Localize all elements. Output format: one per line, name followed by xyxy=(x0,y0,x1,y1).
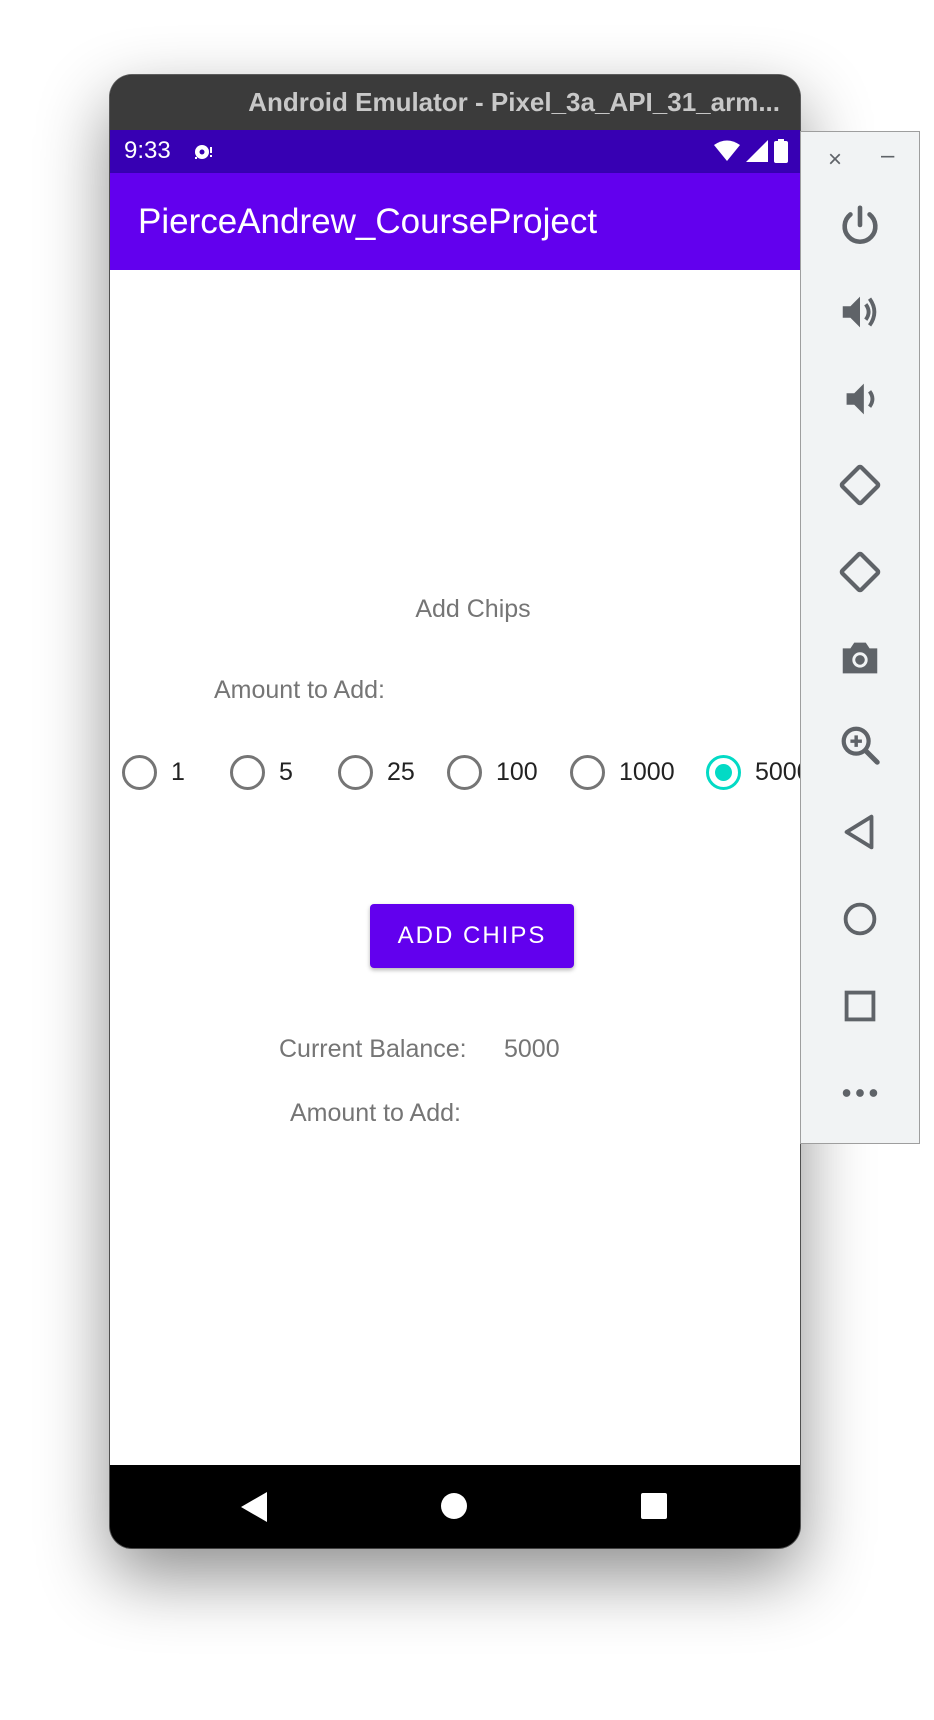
radio-option-25[interactable]: 25 xyxy=(338,750,415,794)
main-content: Add Chips Amount to Add: 1 5 25 100 1000 xyxy=(110,270,800,1465)
camera-icon[interactable] xyxy=(837,635,883,681)
radio-button[interactable] xyxy=(447,754,482,790)
radio-button[interactable] xyxy=(230,754,265,790)
emulator-toolbar: × – xyxy=(800,131,920,1144)
radio-option-1000[interactable]: 1000 xyxy=(570,750,675,794)
overview-icon[interactable] xyxy=(837,983,883,1029)
home-icon[interactable] xyxy=(837,896,883,942)
minimize-icon[interactable]: – xyxy=(881,142,894,170)
volume-down-icon[interactable] xyxy=(837,376,883,422)
radio-label: 100 xyxy=(496,757,538,786)
radio-option-100[interactable]: 100 xyxy=(447,750,538,794)
amount-label: Amount to Add: xyxy=(214,676,385,704)
wifi-icon xyxy=(714,140,740,161)
amount-radio-group: 1 5 25 100 1000 5000 xyxy=(122,750,800,794)
emulator-window: Android Emulator - Pixel_3a_API_31_arm..… xyxy=(110,75,800,1548)
battery-icon xyxy=(774,139,788,163)
radio-option-1[interactable]: 1 xyxy=(122,750,185,794)
back-icon[interactable] xyxy=(837,809,883,855)
radio-button[interactable] xyxy=(570,754,605,790)
heading-text: Add Chips xyxy=(415,595,531,623)
radio-button[interactable] xyxy=(338,754,373,790)
radio-label: 25 xyxy=(387,757,415,786)
app-title: PierceAndrew_CourseProject xyxy=(110,173,800,270)
volume-up-icon[interactable] xyxy=(837,289,883,335)
window-title: Android Emulator - Pixel_3a_API_31_arm..… xyxy=(110,75,800,130)
navigation-bar xyxy=(110,1465,800,1548)
radio-label: 5 xyxy=(279,757,293,786)
radio-label: 1000 xyxy=(619,757,675,786)
radio-button-selected[interactable] xyxy=(706,754,741,790)
radio-option-5000[interactable]: 5000 xyxy=(706,750,800,794)
sync-icon xyxy=(195,145,212,159)
back-icon[interactable] xyxy=(241,1492,269,1522)
status-bar: 9:33 xyxy=(110,130,800,173)
rotate-left-icon[interactable] xyxy=(837,462,883,508)
more-icon[interactable] xyxy=(837,1070,883,1116)
amount-to-add-label: Amount to Add: xyxy=(290,1099,461,1127)
recents-icon[interactable] xyxy=(640,1492,668,1520)
signal-icon xyxy=(746,140,768,162)
radio-button[interactable] xyxy=(122,754,157,790)
home-icon[interactable] xyxy=(440,1492,468,1520)
add-chips-button[interactable]: ADD CHIPS xyxy=(370,904,574,968)
status-time: 9:33 xyxy=(124,137,171,164)
radio-label: 5000 xyxy=(755,757,800,786)
status-icons xyxy=(714,139,788,163)
zoom-icon[interactable] xyxy=(837,722,883,768)
rotate-right-icon[interactable] xyxy=(837,549,883,595)
power-icon[interactable] xyxy=(837,202,883,248)
radio-option-5[interactable]: 5 xyxy=(230,750,293,794)
close-icon[interactable]: × xyxy=(828,146,842,174)
current-balance-label: Current Balance: xyxy=(279,1035,467,1063)
current-balance-value: 5000 xyxy=(504,1035,560,1063)
radio-label: 1 xyxy=(171,757,185,786)
page-heading: Add Chips xyxy=(110,595,800,624)
